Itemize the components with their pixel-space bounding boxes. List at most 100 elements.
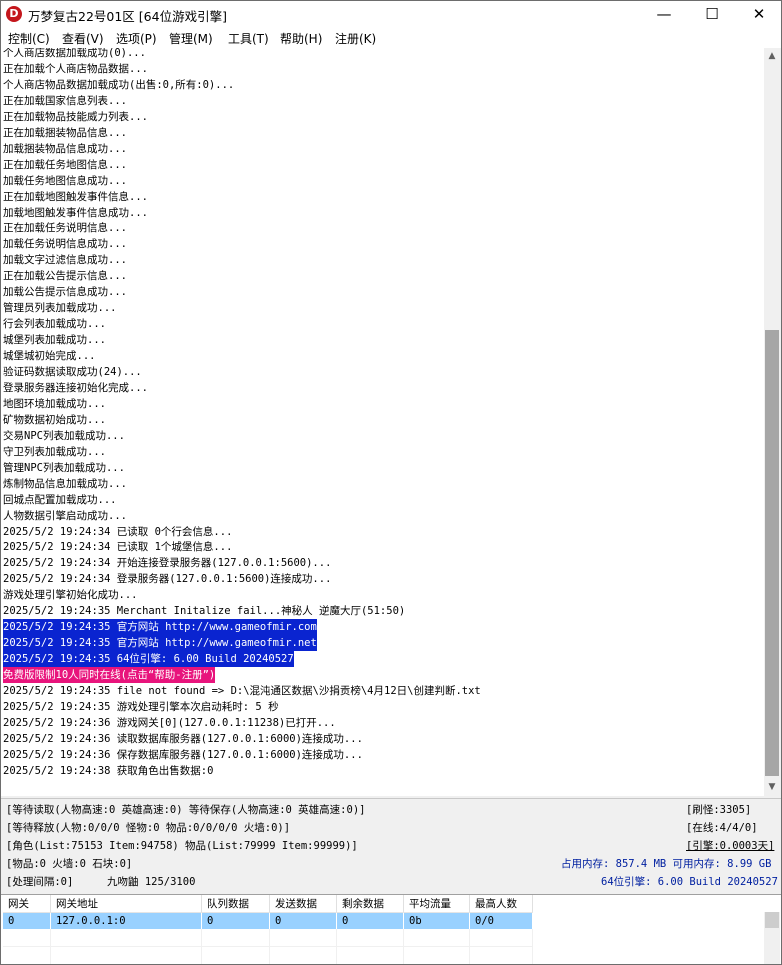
empty-row: [3, 946, 533, 964]
status-wait-read-save: [等待读取(人物高速:0 英雄高速:0) 等待保存(人物高速:0 英雄高速:0)…: [6, 804, 366, 816]
log-line[interactable]: 行会列表加载成功...: [3, 316, 106, 332]
status-monster-refresh: [刷怪:3305]: [686, 804, 752, 816]
cell-max-users: 0/0: [469, 912, 533, 929]
scroll-up-icon[interactable]: ▲: [764, 48, 780, 65]
log-line[interactable]: 交易NPC列表加载成功...: [3, 428, 125, 444]
log-line[interactable]: 加载任务地图信息成功...: [3, 173, 127, 189]
app-logo-icon: D: [6, 6, 22, 22]
log-line[interactable]: 2025/5/2 19:24:36 保存数据库服务器(127.0.0.1:600…: [3, 747, 363, 763]
menu-help[interactable]: 帮助(H): [280, 30, 322, 47]
col-queue-data[interactable]: 队列数据: [201, 895, 270, 913]
log-line[interactable]: 正在加载任务说明信息...: [3, 220, 127, 236]
menu-control[interactable]: 控制(C): [8, 30, 50, 47]
title-bar[interactable]: D 万梦复古22号01区 [64位游戏引擎] — ☐ ✕: [1, 1, 781, 28]
status-online: [在线:4/4/0]: [686, 822, 758, 834]
server-window: D 万梦复古22号01区 [64位游戏引擎] — ☐ ✕ 控制(C) 查看(V)…: [0, 0, 782, 965]
log-line[interactable]: 加载任务说明信息成功...: [3, 236, 127, 252]
gateway-list[interactable]: 网关 网关地址 队列数据 发送数据 剩余数据 平均流量 最高人数 0 127.0…: [1, 894, 781, 964]
cell-remaining-data: 0: [336, 912, 404, 929]
status-interval: [处理间隔:0]: [6, 876, 74, 888]
log-line[interactable]: 2025/5/2 19:24:34 已读取 0个行会信息...: [3, 524, 232, 540]
col-average-traffic[interactable]: 平均流量: [403, 895, 470, 913]
status-role-item-list: [角色(List:75153 Item:94758) 物品(List:79999…: [6, 840, 358, 852]
scroll-down-icon[interactable]: ▼: [764, 779, 780, 796]
log-line[interactable]: 登录服务器连接初始化完成...: [3, 380, 148, 396]
log-line[interactable]: 加载公告提示信息成功...: [3, 284, 127, 300]
log-line[interactable]: 2025/5/2 19:24:35 Merchant Initalize fai…: [3, 603, 405, 619]
menu-options[interactable]: 选项(P): [116, 30, 157, 47]
log-line[interactable]: 正在加载公告提示信息...: [3, 268, 127, 284]
log-line[interactable]: 加载地图触发事件信息成功...: [3, 205, 148, 221]
log-line[interactable]: 正在加载个人商店物品数据...: [3, 61, 148, 77]
log-line[interactable]: 正在加载任务地图信息...: [3, 157, 127, 173]
log-line[interactable]: 加载文字过滤信息成功...: [3, 252, 127, 268]
col-remaining-data[interactable]: 剩余数据: [336, 895, 404, 913]
log-line[interactable]: 2025/5/2 19:24:35 64位引擎: 6.00 Build 2024…: [3, 651, 294, 668]
cell-queue-data: 0: [201, 912, 270, 929]
log-line[interactable]: 免费版限制10人同时在线(点击“帮助-注册”): [3, 667, 216, 684]
maximize-button[interactable]: ☐: [689, 1, 735, 28]
log-line[interactable]: 人物数据引擎启动成功...: [3, 508, 127, 524]
log-line[interactable]: 正在加载国家信息列表...: [3, 93, 127, 109]
log-line[interactable]: 城堡列表加载成功...: [3, 332, 106, 348]
log-line[interactable]: 2025/5/2 19:24:35 官方网站 http://www.gameof…: [3, 635, 317, 652]
log-line[interactable]: 正在加载物品技能威力列表...: [3, 109, 148, 125]
status-map-count: 九吻鼬 125/3100: [107, 876, 196, 888]
log-line[interactable]: 2025/5/2 19:24:36 游戏网关[0](127.0.0.1:1123…: [3, 715, 336, 731]
cell-gateway: 0: [3, 912, 51, 929]
status-memory: 占用内存: 857.4 MB 可用内存: 8.99 GB: [561, 858, 772, 870]
cell-average-traffic: 0b: [403, 912, 470, 929]
gateway-scrollbar[interactable]: [764, 912, 780, 964]
col-sent-data[interactable]: 发送数据: [269, 895, 337, 913]
scrollbar-thumb[interactable]: [765, 330, 779, 776]
log-line[interactable]: 2025/5/2 19:24:35 file not found => D:\混…: [3, 683, 481, 699]
status-engine-version: 64位引擎: 6.00 Build 20240527: [601, 876, 778, 888]
log-line[interactable]: 2025/5/2 19:24:35 官方网站 http://www.gameof…: [3, 619, 317, 636]
log-line[interactable]: 2025/5/2 19:24:34 已读取 1个城堡信息...: [3, 539, 232, 555]
cell-sent-data: 0: [269, 912, 337, 929]
col-gateway[interactable]: 网关: [3, 895, 51, 913]
status-panel: [等待读取(人物高速:0 英雄高速:0) 等待保存(人物高速:0 英雄高速:0)…: [1, 798, 781, 893]
cell-gateway-address: 127.0.0.1:0: [50, 912, 202, 929]
col-max-users[interactable]: 最高人数: [469, 895, 533, 913]
log-line[interactable]: 正在加载捆装物品信息...: [3, 125, 127, 141]
log-line[interactable]: 守卫列表加载成功...: [3, 444, 106, 460]
table-row[interactable]: 0 127.0.0.1:0 0 0 0 0b 0/0: [3, 912, 533, 929]
empty-row: [3, 929, 533, 947]
window-title: 万梦复古22号01区 [64位游戏引擎]: [28, 9, 227, 24]
log-line[interactable]: 炼制物品信息加载成功...: [3, 476, 127, 492]
log-line[interactable]: 管理NPC列表加载成功...: [3, 460, 125, 476]
table-header-row: 网关 网关地址 队列数据 发送数据 剩余数据 平均流量 最高人数: [3, 895, 533, 913]
menu-manage[interactable]: 管理(M): [169, 30, 213, 47]
log-line[interactable]: 地图环境加载成功...: [3, 396, 106, 412]
gateway-table: 网关 网关地址 队列数据 发送数据 剩余数据 平均流量 最高人数 0 127.0…: [3, 895, 533, 964]
menu-view[interactable]: 查看(V): [62, 30, 104, 47]
log-line[interactable]: 个人商店数据加载成功(0)...: [3, 48, 146, 61]
close-button[interactable]: ✕: [736, 1, 781, 28]
log-scrollbar[interactable]: ▲ ▼: [764, 48, 780, 796]
log-line[interactable]: 2025/5/2 19:24:34 登录服务器(127.0.0.1:5600)连…: [3, 571, 331, 587]
log-line[interactable]: 管理员列表加载成功...: [3, 300, 116, 316]
log-line[interactable]: 城堡城初始完成...: [3, 348, 95, 364]
log-line[interactable]: 游戏处理引擎初始化成功...: [3, 587, 137, 603]
log-line[interactable]: 2025/5/2 19:24:34 开始连接登录服务器(127.0.0.1:56…: [3, 555, 331, 571]
log-line[interactable]: 验证码数据读取成功(24)...: [3, 364, 142, 380]
log-line[interactable]: 2025/5/2 19:24:35 游戏处理引擎本次启动耗时: 5 秒: [3, 699, 279, 715]
menu-tools[interactable]: 工具(T): [228, 30, 269, 47]
status-engine-uptime[interactable]: [引擎:0.0003天]: [686, 838, 774, 854]
gateway-scrollbar-thumb[interactable]: [765, 912, 779, 928]
menu-bar: 控制(C) 查看(V) 选项(P) 管理(M) 工具(T) 帮助(H) 注册(K…: [1, 28, 781, 49]
status-items-firewall: [物品:0 火墙:0 石块:0]: [6, 858, 133, 870]
log-line[interactable]: 2025/5/2 19:24:38 获取角色出售数据:0: [3, 763, 213, 779]
log-line[interactable]: 个人商店物品数据加载成功(出售:0,所有:0)...: [3, 77, 234, 93]
minimize-button[interactable]: —: [641, 1, 687, 28]
log-line[interactable]: 正在加载地图触发事件信息...: [3, 189, 148, 205]
log-output[interactable]: 个人商店数据加载成功(0)... 正在加载个人商店物品数据... 个人商店物品数据加…: [1, 48, 764, 796]
status-wait-release: [等待释放(人物:0/0/0 怪物:0 物品:0/0/0/0 火墙:0)]: [6, 822, 291, 834]
menu-register[interactable]: 注册(K): [335, 30, 376, 47]
col-gateway-address[interactable]: 网关地址: [50, 895, 202, 913]
log-line[interactable]: 2025/5/2 19:24:36 读取数据库服务器(127.0.0.1:600…: [3, 731, 363, 747]
log-line[interactable]: 矿物数据初始成功...: [3, 412, 106, 428]
log-line[interactable]: 回城点配置加载成功...: [3, 492, 116, 508]
log-line[interactable]: 加载捆装物品信息成功...: [3, 141, 127, 157]
